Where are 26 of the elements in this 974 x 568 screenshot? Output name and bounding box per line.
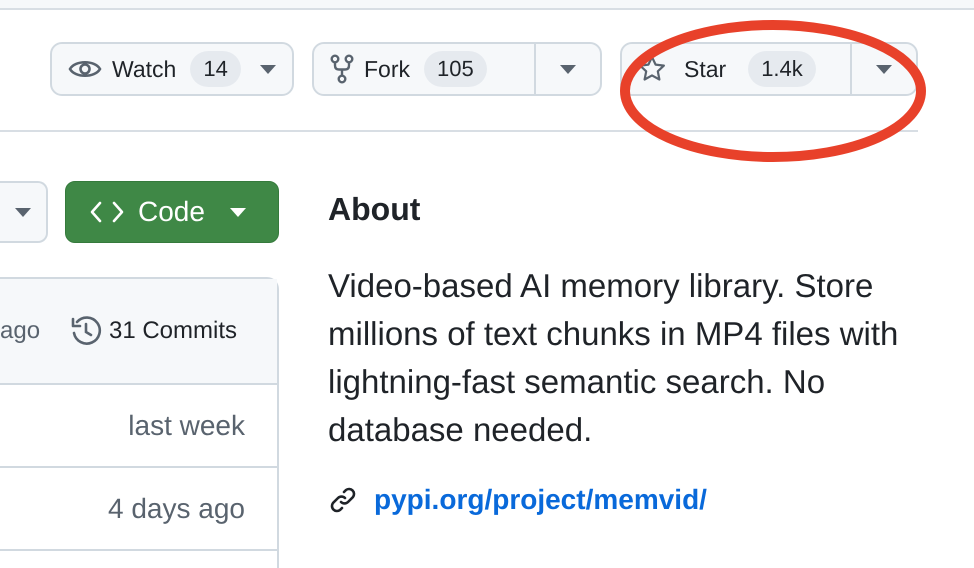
branch-dropdown[interactable]: [0, 181, 48, 243]
commit-time: 4 days ago: [108, 492, 245, 524]
caret-icon: [15, 208, 31, 216]
commit-time: ago: [0, 317, 40, 345]
button-label: Watch: [112, 56, 176, 82]
about-heading: About: [328, 191, 422, 228]
history-icon: [70, 315, 102, 347]
website-link[interactable]: pypi.org/project/memvid/: [374, 484, 707, 516]
count-badge: 1.4k: [748, 51, 816, 87]
count-badge: 14: [190, 51, 241, 87]
button-label: Star: [684, 56, 726, 82]
caret-icon: [876, 64, 892, 74]
repo-description: Video-based AI memory library. Store millions of text chunks in MP4 files with lightning-fast semantic search. No database needed.: [328, 266, 900, 450]
caret-icon: [560, 64, 576, 74]
star-button[interactable]: Star 1.4k: [620, 42, 918, 96]
button-label: Fork: [364, 56, 410, 82]
fork-icon: [330, 54, 354, 84]
commits-link[interactable]: 31 Commits: [70, 315, 237, 347]
code-button[interactable]: Code: [65, 181, 279, 243]
code-icon: [90, 201, 124, 223]
commit-time: last week: [128, 410, 245, 442]
fork-button[interactable]: Fork 105: [312, 42, 602, 96]
count-badge: 105: [424, 51, 487, 87]
watch-button[interactable]: Watch 14: [50, 42, 294, 96]
link-icon: [328, 485, 358, 515]
caret-icon: [230, 208, 246, 216]
